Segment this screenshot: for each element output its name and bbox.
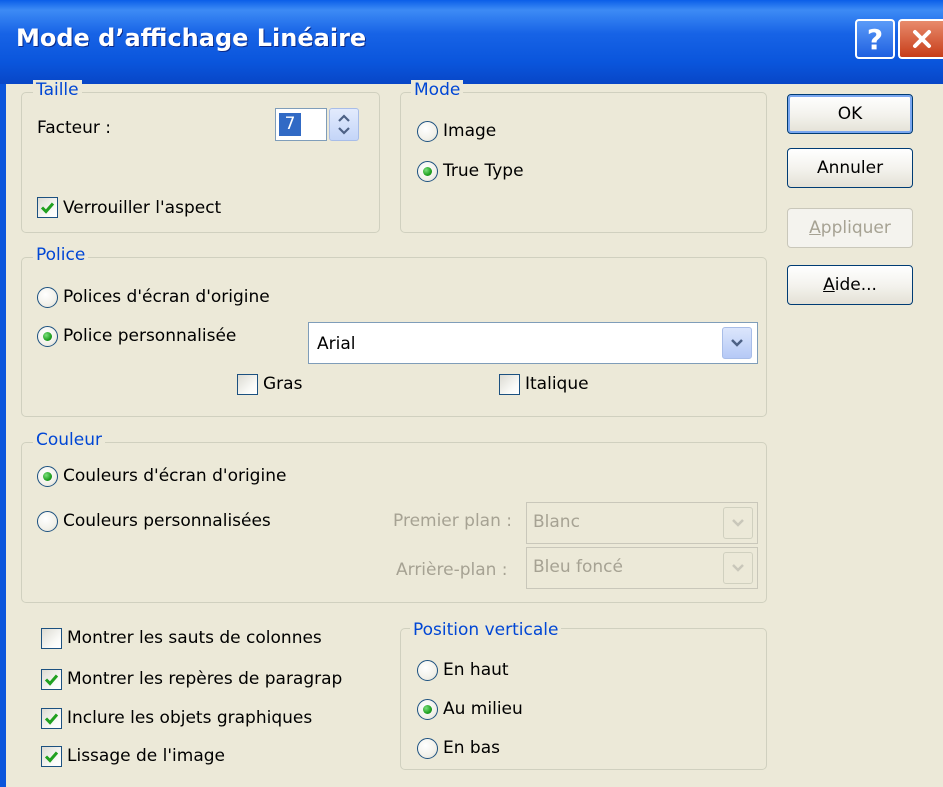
spin-arrows-icon	[338, 114, 350, 135]
arriere-plan-value: Bleu foncé	[533, 557, 623, 577]
facteur-spinner[interactable]	[329, 108, 359, 141]
facteur-input[interactable]: 7	[275, 108, 327, 141]
verrouiller-label: Verrouiller l'aspect	[63, 198, 222, 218]
police-legend: Police	[33, 245, 89, 265]
lissage-image-checkbox[interactable]	[41, 746, 62, 767]
position-legend: Position verticale	[410, 620, 562, 640]
check-icon	[44, 751, 59, 763]
aide-mnemonic: A	[823, 275, 835, 295]
objets-graphiques-label: Inclure les objets graphiques	[67, 708, 313, 728]
position-milieu-label: Au milieu	[443, 699, 523, 719]
position-milieu-radio[interactable]	[417, 699, 438, 720]
ok-button[interactable]: OK	[787, 94, 913, 134]
help-title-button[interactable]: ?	[855, 19, 895, 59]
appliquer-button[interactable]: Appliquer	[787, 208, 913, 248]
font-dropdown-button[interactable]	[722, 327, 752, 359]
position-haut-label: En haut	[443, 660, 509, 680]
taille-legend: Taille	[33, 80, 82, 100]
premier-plan-dropdown-button[interactable]	[723, 507, 753, 539]
police-perso-radio[interactable]	[37, 326, 58, 347]
premier-plan-select[interactable]: Blanc	[526, 502, 758, 544]
font-value: Arial	[317, 334, 356, 354]
position-haut-radio[interactable]	[417, 660, 438, 681]
premier-plan-label: Premier plan :	[393, 511, 512, 531]
couleur-origine-label: Couleurs d'écran d'origine	[63, 466, 287, 486]
sauts-colonnes-label: Montrer les sauts de colonnes	[67, 628, 322, 648]
close-title-button[interactable]	[898, 19, 943, 59]
police-origine-radio[interactable]	[37, 287, 58, 308]
facteur-value: 7	[279, 113, 301, 136]
objets-graphiques-checkbox[interactable]	[41, 708, 62, 729]
premier-plan-value: Blanc	[533, 512, 580, 532]
facteur-label: Facteur :	[37, 118, 112, 138]
sauts-colonnes-checkbox[interactable]	[41, 628, 62, 649]
mode-truetype-label: True Type	[443, 161, 524, 181]
close-icon	[912, 30, 931, 48]
gras-label: Gras	[263, 374, 303, 394]
chevron-down-icon	[732, 519, 744, 527]
window-title: Mode d’affichage Linéaire	[16, 24, 367, 52]
appliquer-label: ppliquer	[820, 218, 891, 238]
arriere-plan-select[interactable]: Bleu foncé	[526, 547, 758, 589]
appliquer-mnemonic: A	[809, 218, 821, 238]
font-select[interactable]: Arial	[308, 322, 758, 364]
position-bas-label: En bas	[443, 738, 500, 758]
aide-label: ide...	[834, 275, 877, 295]
aide-button[interactable]: Aide...	[787, 265, 913, 305]
couleur-legend: Couleur	[33, 430, 105, 450]
check-icon	[44, 713, 59, 725]
police-perso-label: Police personnalisée	[63, 326, 237, 346]
reperes-paragraphe-label: Montrer les repères de paragrap	[67, 669, 343, 689]
check-icon	[40, 202, 55, 214]
verrouiller-checkbox[interactable]	[37, 197, 58, 218]
check-icon	[44, 674, 59, 686]
couleur-perso-radio[interactable]	[37, 511, 58, 532]
chevron-down-icon	[731, 339, 743, 347]
italique-label: Italique	[525, 374, 589, 394]
mode-image-label: Image	[443, 121, 497, 141]
mode-image-radio[interactable]	[417, 121, 438, 142]
position-bas-radio[interactable]	[417, 738, 438, 759]
arriere-plan-dropdown-button[interactable]	[723, 552, 753, 584]
italique-checkbox[interactable]	[499, 374, 520, 395]
window-frame	[0, 84, 6, 787]
reperes-paragraphe-checkbox[interactable]	[41, 669, 62, 690]
couleur-perso-label: Couleurs personnalisées	[63, 511, 271, 531]
couleur-origine-radio[interactable]	[37, 466, 58, 487]
police-origine-label: Polices d'écran d'origine	[63, 287, 270, 307]
gras-checkbox[interactable]	[237, 374, 258, 395]
mode-truetype-radio[interactable]	[417, 161, 438, 182]
lissage-image-label: Lissage de l'image	[67, 746, 225, 766]
annuler-button[interactable]: Annuler	[787, 148, 913, 188]
arriere-plan-label: Arrière-plan :	[396, 560, 508, 580]
chevron-down-icon	[732, 564, 744, 572]
mode-legend: Mode	[411, 80, 464, 100]
